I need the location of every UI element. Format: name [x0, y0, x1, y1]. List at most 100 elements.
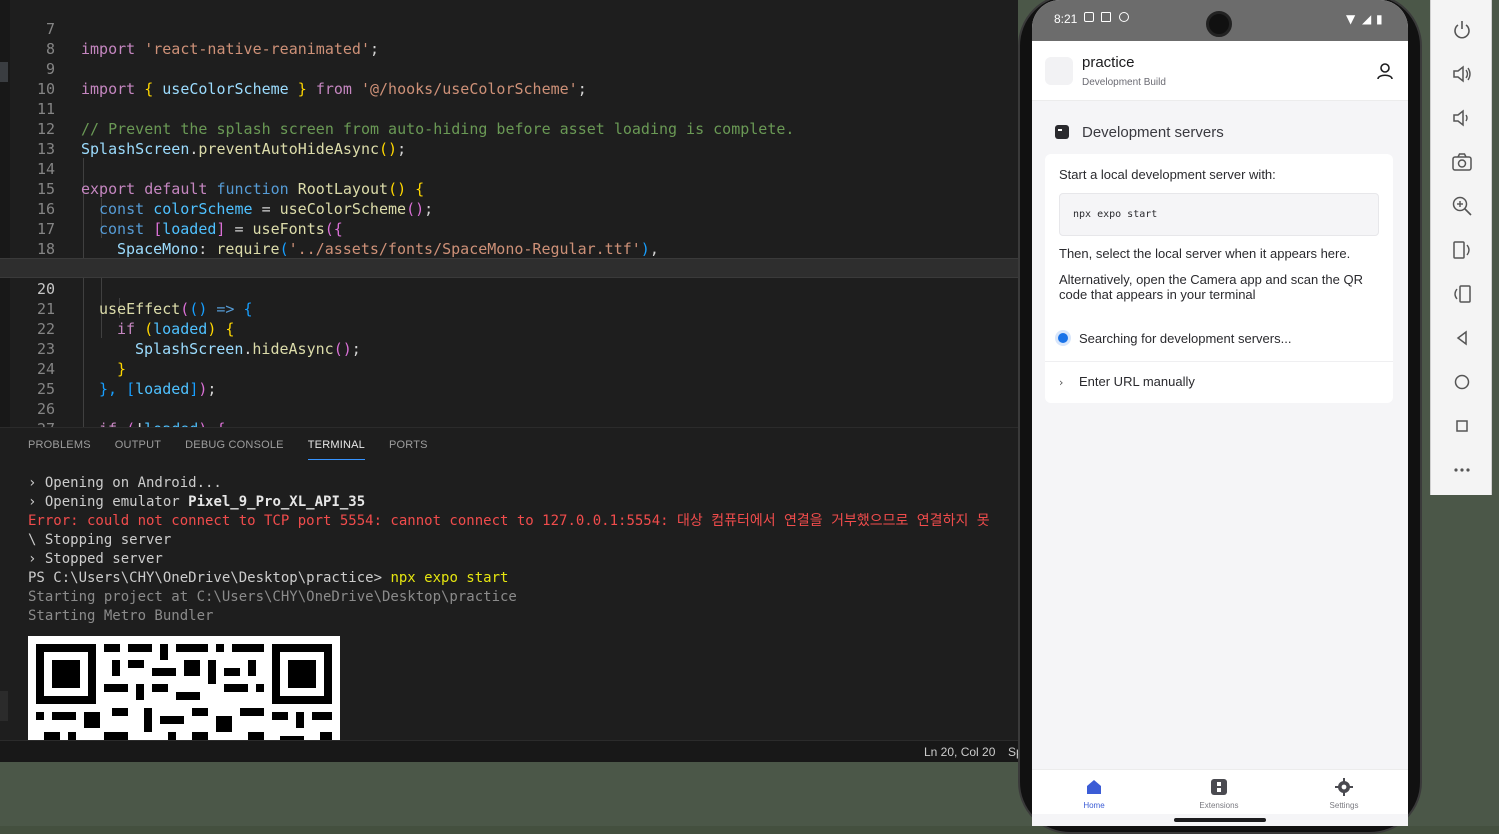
- code-line[interactable]: 11 // Prevent the splash screen from aut…: [0, 79, 1018, 138]
- editor-status-bar: Ln 20, Col 20 Sp: [0, 740, 1023, 762]
- code-line-active[interactable]: 20 useEffect(() => {: [0, 258, 1018, 318]
- app-subtitle: Development Build: [1082, 77, 1166, 88]
- terminal-command: npx expo start: [390, 570, 509, 586]
- volume-down-icon: [1453, 109, 1468, 127]
- overview-button[interactable]: [1451, 415, 1473, 437]
- code-line[interactable]: 7 import 'react-native-reanimated';: [0, 0, 1018, 58]
- home-icon: [1087, 780, 1101, 794]
- status-time: 8:21: [1054, 12, 1078, 26]
- tab-extensions[interactable]: Extensions: [1179, 770, 1259, 815]
- more-button[interactable]: [1451, 459, 1473, 481]
- tab-ports[interactable]: PORTS: [389, 438, 428, 460]
- terminal-output[interactable]: › Opening on Android... › Opening emulato…: [28, 474, 990, 626]
- keyword: if: [99, 420, 117, 427]
- command-text: npx expo start: [1073, 209, 1158, 220]
- power-icon: [1454, 21, 1470, 39]
- terminal-line: › Stopped server: [28, 551, 163, 567]
- parens: (: [126, 420, 135, 427]
- front-camera: [1206, 11, 1232, 37]
- tab-settings[interactable]: Settings: [1304, 770, 1384, 815]
- rotate-right-icon: [1454, 285, 1471, 303]
- code-line[interactable]: 8: [0, 19, 1018, 58]
- user-profile-icon[interactable]: [1376, 62, 1394, 80]
- phone-screen: 8:21 ▼ ◢ ▮ practice Development Build De…: [1032, 0, 1408, 826]
- code-line[interactable]: 22 SplashScreen.hideAsync();: [0, 299, 1018, 358]
- screenshot-button[interactable]: [1451, 151, 1473, 173]
- back-button[interactable]: [1451, 327, 1473, 349]
- line-number: 27: [0, 419, 55, 427]
- app-title: practice: [1082, 54, 1135, 71]
- tab-output[interactable]: OUTPUT: [115, 438, 161, 460]
- brace: {: [216, 420, 225, 427]
- more-icon: [1454, 468, 1470, 472]
- code-line[interactable]: 17 SpaceMono: require('../assets/fonts/S…: [0, 199, 1018, 258]
- code-line[interactable]: 10: [0, 59, 1018, 98]
- terminal-line: › Opening on Android...: [28, 475, 222, 491]
- tab-home[interactable]: Home: [1054, 770, 1134, 815]
- parens: ): [198, 420, 207, 427]
- searching-text: Searching for development servers...: [1079, 331, 1292, 346]
- code-line[interactable]: 25: [0, 359, 1018, 398]
- zoom-button[interactable]: [1451, 195, 1473, 217]
- intro-text: Start a local development server with:: [1059, 167, 1276, 182]
- app-header: practice Development Build: [1032, 41, 1408, 101]
- code-line[interactable]: 14 export default function RootLayout() …: [0, 139, 1018, 198]
- sd-card-icon: [1101, 12, 1111, 22]
- terminal-line: Starting Metro Bundler: [28, 608, 214, 624]
- code-line[interactable]: 16 const [loaded] = useFonts({: [0, 179, 1018, 238]
- desktop: 7 import 'react-native-reanimated'; 8 9 …: [0, 0, 1499, 834]
- tab-label: Extensions: [1199, 801, 1239, 810]
- zoom-icon: [1452, 196, 1472, 216]
- code-line[interactable]: 19: [0, 239, 1018, 278]
- rotate-right-button[interactable]: [1451, 283, 1473, 305]
- identifier: loaded: [144, 420, 198, 427]
- bottom-panel: PROBLEMS OUTPUT DEBUG CONSOLE TERMINAL P…: [0, 427, 1018, 740]
- terminal-line: › Opening emulator: [28, 494, 189, 510]
- app-icon: [1045, 57, 1073, 85]
- code-line[interactable]: 24 }, [loaded]);: [0, 339, 1018, 398]
- extensions-icon: [1211, 779, 1227, 795]
- code-line[interactable]: 15 const colorScheme = useColorScheme();: [0, 159, 1018, 218]
- chevron-right-icon: ›: [1059, 376, 1064, 389]
- bottom-tab-bar: Home Extensions Settings: [1032, 769, 1408, 814]
- tab-terminal[interactable]: TERMINAL: [307, 438, 365, 460]
- code-line[interactable]: 26 if (!loaded) {: [0, 379, 1018, 427]
- home-button[interactable]: [1451, 371, 1473, 393]
- code-line[interactable]: 21 if (loaded) {: [0, 279, 1018, 338]
- code-editor[interactable]: 7 import 'react-native-reanimated'; 8 9 …: [0, 0, 1018, 427]
- panel-tabs: PROBLEMS OUTPUT DEBUG CONSOLE TERMINAL P…: [28, 438, 428, 460]
- terminal-icon: [1055, 125, 1069, 139]
- instruction-text: Then, select the local server when it ap…: [1059, 246, 1351, 261]
- tab-debug-console[interactable]: DEBUG CONSOLE: [185, 438, 284, 460]
- volume-up-button[interactable]: [1451, 63, 1473, 85]
- emulator-name: Pixel_9_Pro_XL_API_35: [188, 494, 366, 510]
- code-line[interactable]: 27 return null;: [0, 399, 1018, 427]
- code-line[interactable]: 12 SplashScreen.preventAutoHideAsync();: [0, 99, 1018, 158]
- code-line[interactable]: 13: [0, 119, 1018, 158]
- tab-problems[interactable]: PROBLEMS: [28, 438, 91, 460]
- gesture-home-bar[interactable]: [1174, 818, 1266, 822]
- code-line[interactable]: 9 import { useColorScheme } from '@/hook…: [0, 39, 1018, 98]
- terminal-line: \ Stopping server: [28, 532, 172, 548]
- dev-servers-card: Start a local development server with: n…: [1045, 154, 1393, 403]
- volume-down-button[interactable]: [1451, 107, 1473, 129]
- data-saver-icon: [1119, 12, 1129, 22]
- cursor-position[interactable]: Ln 20, Col 20: [924, 745, 995, 759]
- qr-code: [28, 636, 340, 740]
- searching-indicator: [1055, 330, 1071, 346]
- volume-up-icon: [1453, 65, 1471, 83]
- wifi-icon: ▼: [1346, 12, 1356, 26]
- power-button[interactable]: [1451, 19, 1473, 41]
- rotate-left-button[interactable]: [1451, 239, 1473, 261]
- terminal-error: Error: could not connect to TCP port 555…: [28, 513, 990, 529]
- enter-url-button[interactable]: Enter URL manually: [1079, 374, 1195, 389]
- camera-icon: [1452, 153, 1472, 171]
- section-title: Development servers: [1082, 124, 1224, 141]
- back-icon: [1456, 330, 1467, 346]
- overview-icon: [1456, 420, 1468, 432]
- code-line[interactable]: 18 });: [0, 219, 1018, 278]
- emulator-toolbar: [1430, 0, 1492, 495]
- code-line[interactable]: 23 }: [0, 319, 1018, 378]
- panel-left-marker: [0, 691, 8, 721]
- rotate-left-icon: [1453, 241, 1470, 259]
